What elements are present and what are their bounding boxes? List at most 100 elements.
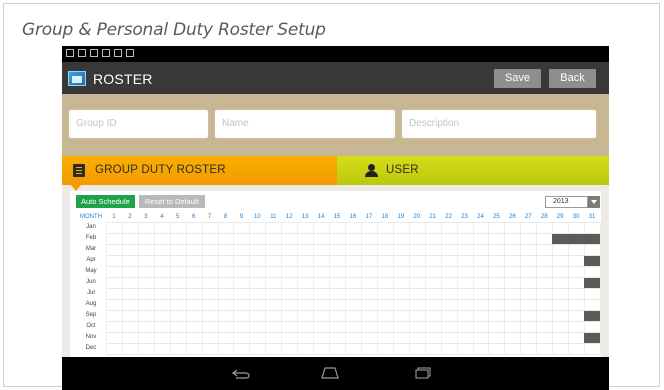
android-nav-bar (62, 357, 609, 390)
blocked-day-cell[interactable] (584, 233, 600, 244)
grid-line (106, 266, 600, 267)
roster-grid: MONTH 1 2 3 4 5 6 7 8 9 10 11 12 13 14 15 16 17 18 19 20 21 2… (76, 212, 601, 357)
grid-line (106, 233, 600, 234)
day-column-header: 28 (540, 214, 548, 220)
day-column-header: 29 (556, 214, 564, 220)
blocked-day-cell[interactable] (584, 277, 600, 288)
day-column-header: 2 (128, 214, 132, 220)
reset-to-default-button[interactable]: Reset to Default (139, 195, 205, 208)
day-column-header: 24 (477, 214, 484, 220)
tablet-screen: ROSTER Save Back Group ID Name Descripti… (62, 46, 609, 390)
month-label: Jun (86, 278, 96, 285)
month-column-header: MONTH (80, 214, 102, 220)
grid-line (106, 277, 600, 278)
month-label: May (85, 267, 97, 274)
grid-line (106, 343, 600, 344)
recent-apps-icon[interactable] (415, 367, 431, 379)
blocked-day-cell[interactable] (552, 233, 569, 244)
month-label: Dec (85, 344, 97, 351)
status-cloud-icon (78, 49, 86, 57)
back-icon[interactable] (232, 369, 250, 379)
tab-user[interactable]: USER (337, 156, 609, 185)
month-label: Apr (86, 256, 96, 263)
day-column-header: 13 (301, 214, 309, 220)
blocked-day-cell[interactable] (584, 255, 600, 266)
day-column-header: 5 (176, 214, 180, 220)
user-icon (365, 164, 378, 177)
day-column-header: 21 (429, 214, 436, 220)
day-column-header: 23 (461, 214, 468, 220)
month-label: Nov (85, 333, 97, 340)
grid-line (106, 244, 600, 245)
tab-bar: GROUP DUTY ROSTER USER (62, 156, 609, 191)
group-id-field[interactable]: Group ID (68, 109, 209, 139)
day-column-header: 3 (144, 214, 148, 220)
grid-line (106, 332, 600, 333)
day-column-header: 4 (160, 214, 164, 220)
month-label: Jan (86, 223, 96, 230)
tab-group-label: GROUP DUTY ROSTER (95, 164, 226, 176)
status-gamepad-icon (126, 49, 134, 57)
chevron-down-icon[interactable] (588, 196, 600, 208)
list-icon (73, 164, 85, 177)
status-check-icon (114, 49, 122, 57)
blocked-day-cell[interactable] (584, 310, 600, 321)
day-column-header: 15 (333, 214, 341, 220)
grid-line (106, 354, 600, 355)
roster-logo-icon (68, 71, 86, 86)
day-column-header: 18 (381, 214, 389, 220)
blocked-day-cell[interactable] (584, 332, 600, 343)
grid-line (106, 255, 600, 256)
grid-line (106, 222, 600, 223)
month-label: Sep (85, 311, 97, 318)
day-column-header: 7 (207, 214, 212, 220)
grid-line (106, 288, 600, 289)
roster-form: Group ID Name Description (62, 94, 609, 156)
roster-panel: Auto Schedule Reset to Default 2013 MONT… (70, 191, 601, 357)
status-phone-icon (90, 49, 98, 57)
day-column-header: 10 (254, 214, 261, 220)
auto-schedule-button[interactable]: Auto Schedule (76, 195, 135, 208)
day-column-header: 11 (270, 214, 277, 220)
figure-caption: Group & Personal Duty Roster Setup (22, 20, 326, 40)
home-icon[interactable] (320, 367, 340, 379)
description-field[interactable]: Description (401, 109, 597, 139)
back-button[interactable]: Back (549, 69, 596, 88)
year-select[interactable]: 2013 (545, 196, 588, 208)
day-column-header: 26 (508, 214, 516, 220)
status-image-icon (66, 49, 74, 57)
day-column-header: 12 (285, 214, 293, 220)
day-column-header: 14 (317, 214, 325, 220)
name-field[interactable]: Name (214, 109, 396, 139)
month-label: Jul (87, 289, 95, 296)
grid-line (106, 299, 600, 300)
day-column-header: 27 (524, 214, 532, 220)
day-column-header: 9 (239, 214, 244, 220)
grid-line (600, 222, 601, 355)
tab-user-label: USER (386, 164, 419, 176)
day-column-header: 25 (493, 214, 500, 220)
grid-line (106, 321, 600, 322)
month-label: Oct (86, 322, 96, 329)
month-label: Mar (85, 245, 97, 252)
app-title: ROSTER (93, 71, 153, 87)
tab-group-duty-roster[interactable]: GROUP DUTY ROSTER (62, 156, 337, 191)
day-column-header: 16 (349, 214, 357, 220)
app-bar: ROSTER Save Back (62, 62, 609, 94)
month-label: Aug (85, 300, 97, 307)
day-column-header: 8 (223, 214, 228, 220)
month-label: Feb (85, 234, 97, 241)
status-bar (62, 46, 609, 62)
save-button[interactable]: Save (494, 69, 541, 88)
day-column-header: 22 (445, 214, 452, 220)
day-column-header: 30 (572, 214, 580, 220)
day-column-header: 17 (365, 214, 373, 220)
day-column-header: 1 (112, 214, 116, 220)
day-column-header: 19 (397, 214, 405, 220)
status-video-icon (102, 49, 110, 57)
blocked-day-cell[interactable] (568, 233, 585, 244)
day-column-header: 20 (413, 214, 421, 220)
grid-line (106, 310, 600, 311)
day-column-header: 6 (191, 214, 196, 220)
day-column-header: 31 (588, 214, 596, 220)
